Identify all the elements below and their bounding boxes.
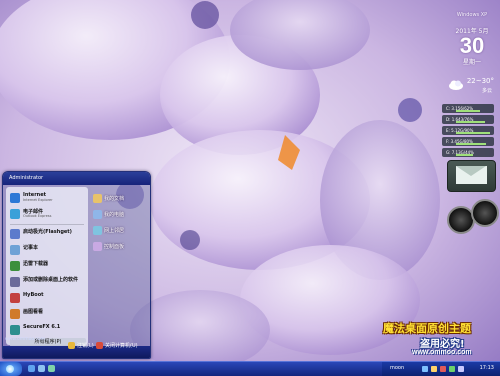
widget-logo: Windows XP	[456, 12, 488, 18]
tray-username: moon	[390, 365, 405, 371]
shutdown-button[interactable]: 关闭计算机(U)	[96, 342, 138, 349]
start-menu-item-my-computer[interactable]: 我的电脑	[92, 209, 148, 221]
quicklaunch-desktop-icon[interactable]	[38, 365, 45, 372]
my-documents-icon	[93, 194, 102, 203]
power-icon	[96, 342, 103, 349]
logoff-label: 注销(L)	[77, 343, 94, 349]
start-menu-item-securefx[interactable]: SecureFX 6.1	[8, 323, 86, 337]
quicklaunch-ie-icon[interactable]	[28, 365, 35, 372]
start-menu-item-label: 控制面板	[104, 244, 125, 250]
start-menu-item-label: 网上邻居	[104, 228, 125, 234]
paint-icon	[10, 309, 20, 319]
disk-row: E: 5.12G/90%	[442, 126, 494, 135]
start-menu-item-label: 启动极光(Flashget)	[23, 229, 72, 235]
shutdown-label: 关闭计算机(U)	[105, 343, 138, 349]
weather-widget: 22~30° 多云	[448, 77, 496, 99]
disk-row: C: 3.156/62%	[442, 104, 494, 113]
download-icon	[10, 261, 20, 271]
start-menu-item-label: 我的文档	[104, 196, 125, 202]
mail-widget[interactable]	[447, 160, 496, 192]
start-menu-watermark: www.ommoo.com	[5, 337, 46, 342]
brand-url: www.ommoo.com	[412, 349, 472, 356]
disk-usage-widget: C: 3.156/62% D: 1.643/76% E: 5.12G/90% F…	[442, 104, 494, 159]
email-icon	[10, 209, 20, 219]
network-icon	[93, 226, 102, 235]
start-menu-item-control-panel[interactable]: 控制面板	[92, 241, 148, 253]
tray-input-icon[interactable]	[458, 366, 464, 372]
start-menu: Administrator Internet Internet Explorer…	[2, 171, 151, 359]
hyboot-icon	[10, 293, 20, 303]
securefx-icon	[10, 325, 20, 335]
start-menu-programs-pane: Internet Internet Explorer 电子邮件 Outlook …	[6, 187, 88, 347]
my-computer-icon	[93, 210, 102, 219]
weather-temperature: 22~30°	[466, 77, 494, 85]
start-menu-item-download[interactable]: 迅雷下载器	[8, 259, 86, 273]
disk-bar	[456, 143, 486, 145]
start-menu-item-sub: Outlook Express	[23, 214, 52, 218]
control-panel-icon	[93, 242, 102, 251]
windows-orb-icon	[6, 365, 14, 373]
quicklaunch-media-icon[interactable]	[48, 365, 55, 372]
logoff-icon	[68, 342, 75, 349]
tray-clock[interactable]: 17:13	[480, 365, 494, 371]
start-menu-item-paint[interactable]: 画图看看	[8, 307, 86, 321]
start-menu-item-label: 画图看看	[23, 309, 44, 315]
cloud-icon	[449, 80, 463, 90]
envelope-icon	[456, 166, 487, 184]
disk-row: F: 3.45G/80%	[442, 137, 494, 146]
start-menu-item-label: HyBoot	[23, 292, 44, 298]
start-menu-item-label: 迅雷下载器	[23, 261, 49, 267]
tray-antivirus-icon[interactable]	[440, 366, 446, 372]
brand-title: 魔法桌面原创主题	[383, 322, 471, 335]
start-menu-header: Administrator	[3, 172, 150, 185]
disk-bar	[456, 110, 480, 112]
memory-gauge-icon	[471, 199, 499, 227]
start-menu-item-notepad[interactable]: 记事本	[8, 243, 86, 257]
disk-bar	[456, 154, 473, 156]
start-menu-item-label: 添加或删除桌面上的软件	[23, 277, 79, 283]
clock-widget: Windows XP 2011年 5月 30 星期一	[447, 12, 497, 66]
start-menu-username: Administrator	[9, 175, 44, 181]
start-menu-places-pane: 我的文档 我的电脑 网上邻居 控制面板	[90, 187, 148, 345]
flashget-icon	[10, 229, 20, 239]
start-menu-item-software[interactable]: 添加或删除桌面上的软件	[8, 275, 86, 289]
system-tray: moon 17:13	[382, 362, 500, 376]
start-menu-item-sub: Internet Explorer	[23, 198, 53, 202]
disk-row: D: 1.643/76%	[442, 115, 494, 124]
start-menu-item-internet[interactable]: Internet Internet Explorer	[8, 191, 86, 205]
start-menu-item-hyboot[interactable]: HyBoot	[8, 291, 86, 305]
start-menu-item-label: 我的电脑	[104, 212, 125, 218]
internet-explorer-icon	[10, 193, 20, 203]
start-menu-item-my-documents[interactable]: 我的文档	[92, 193, 148, 205]
tray-im-icon[interactable]	[449, 366, 455, 372]
start-menu-separator	[10, 224, 84, 225]
logoff-button[interactable]: 注销(L)	[68, 342, 94, 349]
notepad-icon	[10, 245, 20, 255]
taskbar: moon 17:13	[0, 361, 500, 376]
tray-network-icon[interactable]	[422, 366, 428, 372]
software-icon	[10, 277, 20, 287]
disk-bar	[456, 121, 485, 123]
start-menu-item-flashget[interactable]: 启动极光(Flashget)	[8, 227, 86, 241]
start-menu-item-label: 记事本	[23, 245, 39, 251]
system-gauges-widget	[445, 196, 499, 234]
brand-warning: 盗用必究!	[420, 339, 465, 350]
disk-row: G: 7.13G/44%	[442, 148, 494, 157]
clock-weekday: 星期一	[462, 59, 481, 66]
tray-volume-icon[interactable]	[431, 366, 437, 372]
start-button[interactable]	[0, 362, 22, 376]
start-menu-item-network[interactable]: 网上邻居	[92, 225, 148, 237]
clock-day: 30	[459, 33, 485, 58]
disk-bar	[456, 132, 490, 134]
weather-condition: 多云	[481, 88, 492, 94]
start-menu-item-email[interactable]: 电子邮件 Outlook Express	[8, 207, 86, 221]
start-menu-item-label: SecureFX 6.1	[23, 324, 61, 330]
